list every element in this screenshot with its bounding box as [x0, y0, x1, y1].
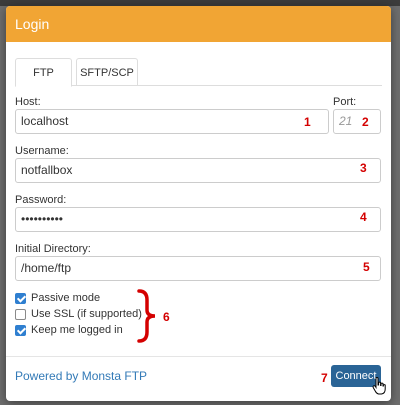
annotation-7: 7	[321, 371, 328, 385]
powered-by-link[interactable]: Powered by Monsta FTP	[15, 369, 147, 383]
passive-mode-label: Passive mode	[31, 292, 101, 304]
username-label: Username:	[15, 145, 69, 157]
initial-directory-label: Initial Directory:	[15, 243, 91, 255]
annotation-3: 3	[360, 161, 367, 175]
host-input[interactable]: localhost	[15, 109, 329, 134]
port-label: Port:	[333, 96, 357, 108]
annotation-1: 1	[304, 115, 311, 129]
dialog-title: Login	[6, 6, 391, 42]
use-ssl-checkbox[interactable]	[15, 309, 26, 320]
port-input[interactable]: 21	[333, 109, 381, 134]
annotation-6: 6	[163, 310, 170, 324]
keep-logged-in-label: Keep me logged in	[31, 324, 123, 336]
passive-mode-checkbox[interactable]	[15, 293, 26, 304]
brace-annotation-icon	[137, 289, 156, 343]
footer-divider	[6, 356, 391, 357]
password-input[interactable]: ••••••••••	[15, 207, 381, 232]
initial-directory-input[interactable]: /home/ftp	[15, 256, 381, 281]
port-placeholder: 21	[339, 114, 353, 128]
annotation-4: 4	[360, 210, 367, 224]
tab-sftp-scp[interactable]: SFTP/SCP	[76, 58, 138, 86]
login-dialog: Login FTP SFTP/SCP Host: localhost 1 Por…	[6, 6, 391, 401]
hand-cursor-icon	[372, 377, 386, 395]
host-label: Host:	[15, 96, 41, 108]
use-ssl-label: Use SSL (if supported)	[31, 308, 142, 320]
password-label: Password:	[15, 194, 67, 206]
username-input[interactable]: notfallbox	[15, 158, 381, 183]
annotation-2: 2	[362, 115, 369, 129]
protocol-tabs: FTP SFTP/SCP	[15, 58, 382, 87]
tab-ftp[interactable]: FTP	[15, 58, 72, 87]
annotation-5: 5	[363, 260, 370, 274]
keep-logged-in-checkbox[interactable]	[15, 325, 26, 336]
